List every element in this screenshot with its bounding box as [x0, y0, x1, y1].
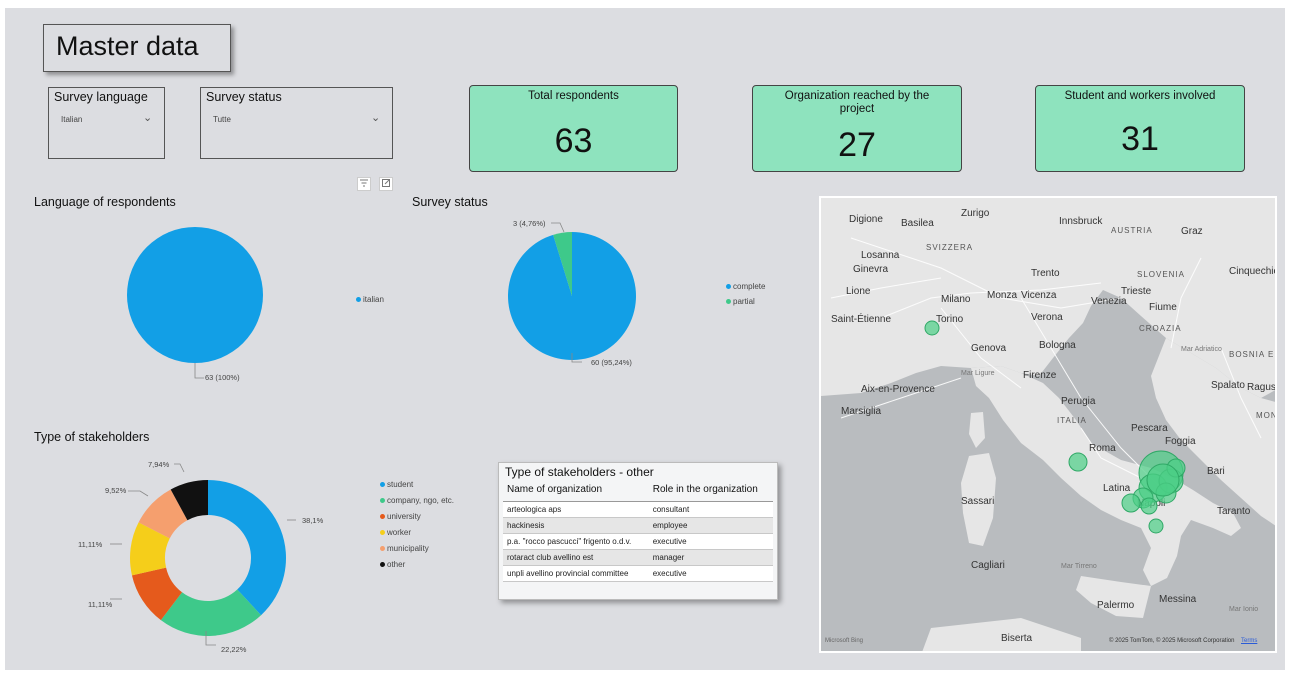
card-title: Total respondents	[528, 90, 619, 102]
legend-item[interactable]: company, ngo, etc.	[380, 496, 454, 505]
data-label: 63 (100%)	[205, 373, 240, 382]
legend-label: university	[387, 512, 421, 521]
legend-label: partial	[733, 297, 755, 306]
leader-line	[128, 490, 149, 497]
chart-title: Survey status	[412, 195, 488, 209]
legend-label: worker	[387, 528, 412, 537]
page-title-box: Master data	[43, 24, 231, 72]
data-label: 22,22%	[221, 645, 247, 654]
survey-language-label: Survey language	[54, 90, 148, 104]
legend-label: other	[387, 560, 406, 569]
legend-item[interactable]: partial	[726, 297, 755, 306]
chart-title: Type of stakeholders	[34, 430, 150, 444]
map-bubble[interactable]	[1068, 452, 1088, 472]
legend-item[interactable]: municipality	[380, 544, 429, 553]
filter-icon[interactable]	[357, 177, 371, 191]
map-attribution: © 2025 TomTom, © 2025 Microsoft Corporat…	[1109, 638, 1235, 644]
survey-language-slicer[interactable]: Survey language Italian ⌄	[48, 87, 165, 159]
map-bubble[interactable]	[1121, 493, 1141, 513]
legend-swatch	[380, 514, 385, 520]
table-title: Type of stakeholders - other	[505, 465, 654, 479]
data-label: 60 (95,24%)	[591, 358, 632, 367]
table-cell: p.a. "rocco pascucci" frigento o.d.v.	[503, 533, 649, 550]
table-row[interactable]: p.a. "rocco pascucci" frigento o.d.v. exe…	[503, 533, 773, 550]
survey-status-pie-chart	[508, 222, 636, 363]
map-bubble[interactable]	[1140, 497, 1158, 515]
table-cell: unpli avellino provincial committee	[503, 565, 649, 582]
donut-slice-student[interactable]	[208, 480, 286, 616]
legend-item[interactable]: complete	[726, 282, 765, 291]
students-workers-card: Student and workers involved 31	[1035, 85, 1245, 172]
stakeholders-donut-chart	[110, 463, 296, 646]
table-row[interactable]: hackinesis employee	[503, 517, 773, 534]
map-bubbles	[924, 320, 1186, 534]
map-bubble[interactable]	[924, 320, 940, 336]
column-header[interactable]: Role in the organization	[648, 481, 773, 502]
map-brand: Microsoft Bing	[825, 638, 864, 644]
survey-status-value[interactable]: Tutte	[213, 115, 231, 124]
legend-label: italian	[363, 295, 384, 304]
legend-label: company, ngo, etc.	[387, 496, 454, 505]
table-cell: manager	[648, 549, 773, 566]
table-cell: executive	[648, 533, 773, 550]
legend-item[interactable]: student	[380, 480, 413, 489]
card-title: Organization reached by the project	[784, 90, 930, 115]
data-label: 3 (4,76%)	[513, 219, 546, 228]
table-row[interactable]: arteologica aps consultant	[503, 501, 773, 518]
page-title: Master data	[56, 31, 199, 61]
legend-swatch	[380, 546, 385, 552]
organizations-reached-card: Organization reached by the project 27	[752, 85, 962, 172]
legend-swatch	[380, 530, 385, 536]
map-visual[interactable]: Digione Basilea Zurigo Innsbruck Graz Losanna…	[819, 196, 1277, 653]
data-label: 11,11%	[88, 600, 113, 609]
table-cell: arteologica aps	[503, 501, 649, 518]
legend-swatch	[380, 498, 385, 504]
data-label: 9,52%	[105, 486, 127, 495]
card-value: 27	[838, 126, 876, 164]
legend-item[interactable]: italian	[356, 295, 384, 304]
data-label: 11,11%	[78, 540, 103, 549]
chevron-down-icon[interactable]: ⌄	[143, 111, 152, 124]
map-bubble[interactable]	[1148, 518, 1164, 534]
survey-language-value[interactable]: Italian	[61, 115, 82, 124]
column-header[interactable]: Name of organization	[503, 481, 649, 502]
table-cell: consultant	[648, 501, 773, 518]
legend-label: complete	[733, 282, 766, 291]
table-cell: hackinesis	[503, 517, 649, 534]
card-title: Student and workers involved	[1064, 90, 1216, 102]
map-bubble[interactable]	[1146, 463, 1180, 497]
language-pie-chart	[127, 227, 263, 379]
pie-slice-italian[interactable]	[127, 227, 263, 363]
legend-item[interactable]: worker	[380, 528, 411, 537]
data-label: 38,1%	[302, 516, 324, 525]
leader-line	[174, 463, 185, 473]
legend-label: municipality	[387, 544, 429, 553]
legend-item[interactable]: other	[380, 560, 405, 569]
legend-swatch	[380, 562, 385, 568]
leader-line	[551, 222, 565, 233]
table-cell: rotaract club avellino est	[503, 549, 649, 566]
table-cell: employee	[648, 517, 773, 534]
map-terms-link[interactable]: Terms	[1241, 638, 1257, 644]
table-row[interactable]: unpli avellino provincial committee execu…	[503, 565, 773, 582]
table-row[interactable]: rotaract club avellino est manager	[503, 549, 773, 566]
legend-label: student	[387, 480, 414, 489]
legend-item[interactable]: university	[380, 512, 421, 521]
chart-title: Language of respondents	[34, 195, 176, 209]
leader-line	[194, 363, 204, 379]
chevron-down-icon[interactable]: ⌄	[371, 111, 380, 124]
focus-mode-icon[interactable]	[379, 177, 393, 191]
total-respondents-card: Total respondents 63	[469, 85, 678, 172]
survey-status-label: Survey status	[206, 90, 282, 104]
stakeholders-other-table: Type of stakeholders - other Name of org…	[498, 462, 778, 600]
survey-status-slicer[interactable]: Survey status Tutte ⌄	[200, 87, 393, 159]
data-label: 7,94%	[148, 460, 170, 469]
card-value: 31	[1121, 120, 1159, 158]
table-cell: executive	[648, 565, 773, 582]
card-value: 63	[554, 122, 593, 160]
legend-swatch	[380, 482, 385, 488]
